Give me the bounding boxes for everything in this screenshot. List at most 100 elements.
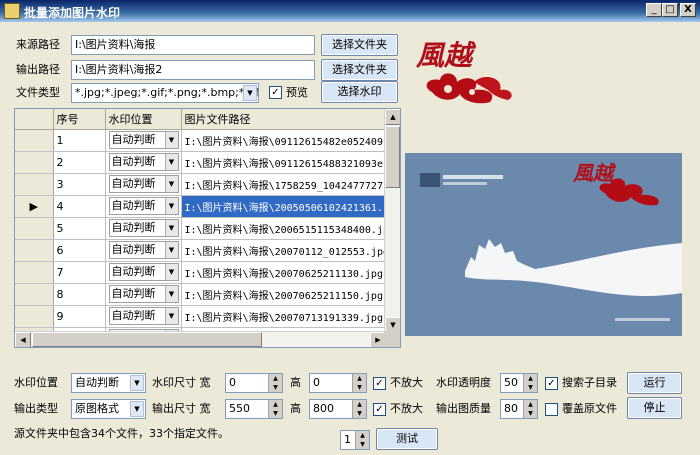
row-path[interactable]: I:\图片资料\海报\09112615482e052409	[181, 129, 387, 152]
row-no[interactable]: 1	[53, 129, 106, 152]
row-path[interactable]: I:\图片资料\海报\20070713191339.jpg	[181, 305, 387, 328]
wm-height-stepper[interactable]: 0 ▲ ▼	[309, 373, 367, 393]
file-type-combo[interactable]: *.jpg;*.jpeg;*.gif;*.png;*.bmp;*.tiff;*.…	[71, 83, 259, 103]
output-type-combo[interactable]: 原图格式 ▼	[71, 399, 146, 419]
chevron-down-icon[interactable]: ▼	[164, 176, 178, 192]
wm-position-combo[interactable]: 自动判断 ▼	[71, 373, 146, 393]
chevron-down-icon[interactable]: ▼	[164, 264, 178, 280]
chevron-down-icon[interactable]: ▼	[164, 132, 178, 148]
file-grid[interactable]: 序号 水印位置 图片文件路径 1 自动判断 ▼ I:\图片资料\海报\09112615…	[14, 108, 401, 348]
row-no[interactable]: 3	[53, 173, 106, 196]
header-no[interactable]: 序号	[53, 109, 106, 130]
table-row[interactable]: 1 自动判断 ▼ I:\图片资料\海报\09112615482e052409	[15, 129, 387, 152]
scroll-up-icon[interactable]: ▲	[385, 109, 400, 125]
overwrite-checkbox[interactable]	[545, 403, 558, 416]
maximize-button[interactable]: □	[662, 3, 678, 17]
spin-arrows-icon[interactable]: ▲ ▼	[523, 400, 537, 418]
opacity-stepper[interactable]: 50 ▲ ▼	[500, 373, 538, 393]
wm-width-stepper[interactable]: 0 ▲ ▼	[225, 373, 283, 393]
row-position-combo[interactable]: 自动判断 ▼	[108, 219, 179, 237]
wm-no-enlarge-checkbox[interactable]: ✓	[373, 377, 386, 390]
output-browse-button[interactable]: 选择文件夹	[321, 59, 398, 81]
row-no[interactable]: 7	[53, 261, 106, 284]
row-indicator[interactable]: ▶	[15, 195, 54, 218]
vertical-scroll-thumb[interactable]	[385, 126, 400, 188]
row-indicator[interactable]	[15, 305, 54, 328]
chevron-down-icon[interactable]: ▼	[164, 242, 178, 258]
row-indicator[interactable]	[15, 239, 54, 262]
row-position-combo[interactable]: 自动判断 ▼	[108, 285, 179, 303]
spin-arrows-icon[interactable]: ▲ ▼	[523, 374, 537, 392]
test-index-stepper[interactable]: 1 ▲ ▼	[340, 430, 370, 450]
row-position[interactable]: 自动判断 ▼	[105, 305, 182, 328]
row-position-combo[interactable]: 自动判断 ▼	[108, 131, 179, 149]
chevron-down-icon[interactable]: ▼	[130, 375, 144, 391]
row-no[interactable]: 2	[53, 151, 106, 174]
chevron-down-icon[interactable]: ▼	[164, 286, 178, 302]
row-position-combo[interactable]: 自动判断 ▼	[108, 175, 179, 193]
row-indicator[interactable]	[15, 261, 54, 284]
row-position-combo[interactable]: 自动判断 ▼	[108, 197, 179, 215]
output-path-input[interactable]: I:\图片资料\海报2	[71, 60, 315, 80]
row-indicator[interactable]	[15, 129, 54, 152]
row-indicator[interactable]	[15, 283, 54, 306]
row-position[interactable]: 自动判断 ▼	[105, 239, 182, 262]
row-path[interactable]: I:\图片资料\海报\09112615488321093e	[181, 151, 387, 174]
row-path[interactable]: I:\图片资料\海报\20070625211150.jpg	[181, 283, 387, 306]
close-button[interactable]: X	[680, 3, 696, 17]
chevron-down-icon[interactable]: ▼	[164, 154, 178, 170]
row-position[interactable]: 自动判断 ▼	[105, 129, 182, 152]
chevron-down-icon[interactable]: ▼	[164, 220, 178, 236]
chevron-down-icon[interactable]: ▼	[130, 401, 144, 417]
output-height-stepper[interactable]: 800 ▲ ▼	[309, 399, 367, 419]
row-path[interactable]: I:\图片资料\海报\20070112_012553.jpg	[181, 239, 387, 262]
row-position[interactable]: 自动判断 ▼	[105, 151, 182, 174]
table-row[interactable]: 9 自动判断 ▼ I:\图片资料\海报\20070713191339.jpg	[15, 305, 387, 328]
horizontal-scroll-thumb[interactable]	[32, 332, 262, 347]
source-path-input[interactable]: I:\图片资料\海报	[71, 35, 315, 55]
row-no[interactable]: 4	[53, 195, 106, 218]
grid-vertical-scrollbar[interactable]: ▲ ▼	[384, 109, 400, 333]
row-indicator[interactable]	[15, 217, 54, 240]
row-position-combo[interactable]: 自动判断 ▼	[108, 307, 179, 325]
search-subdir-checkbox[interactable]: ✓	[545, 377, 558, 390]
quality-stepper[interactable]: 80 ▲ ▼	[500, 399, 538, 419]
row-no[interactable]: 5	[53, 217, 106, 240]
chevron-down-icon[interactable]: ▼	[164, 198, 178, 214]
row-position[interactable]: 自动判断 ▼	[105, 173, 182, 196]
chevron-down-icon[interactable]: ▼	[243, 85, 257, 101]
header-path[interactable]: 图片文件路径	[181, 109, 387, 130]
row-position[interactable]: 自动判断 ▼	[105, 283, 182, 306]
row-position-combo[interactable]: 自动判断 ▼	[108, 241, 179, 259]
table-row[interactable]: 7 自动判断 ▼ I:\图片资料\海报\20070625211130.jpg	[15, 261, 387, 284]
row-position[interactable]: 自动判断 ▼	[105, 261, 182, 284]
output-no-enlarge-checkbox[interactable]: ✓	[373, 403, 386, 416]
table-row[interactable]: 6 自动判断 ▼ I:\图片资料\海报\20070112_012553.jpg	[15, 239, 387, 262]
table-row[interactable]: 2 自动判断 ▼ I:\图片资料\海报\09112615488321093e	[15, 151, 387, 174]
row-no[interactable]: 9	[53, 305, 106, 328]
run-button[interactable]: 运行	[627, 372, 682, 394]
spin-arrows-icon[interactable]: ▲ ▼	[352, 400, 366, 418]
row-indicator[interactable]	[15, 173, 54, 196]
row-no[interactable]: 6	[53, 239, 106, 262]
source-browse-button[interactable]: 选择文件夹	[321, 34, 398, 56]
header-position[interactable]: 水印位置	[105, 109, 182, 130]
row-position-combo[interactable]: 自动判断 ▼	[108, 263, 179, 281]
row-position-combo[interactable]: 自动判断 ▼	[108, 153, 179, 171]
spin-arrows-icon[interactable]: ▲ ▼	[355, 431, 369, 449]
row-path[interactable]: I:\图片资料\海报\20070625211130.jpg	[181, 261, 387, 284]
test-button[interactable]: 测试	[376, 428, 438, 450]
spin-arrows-icon[interactable]: ▲ ▼	[268, 400, 282, 418]
preview-checkbox[interactable]: ✓	[269, 86, 282, 99]
table-row[interactable]: 8 自动判断 ▼ I:\图片资料\海报\20070625211150.jpg	[15, 283, 387, 306]
row-path[interactable]: I:\图片资料\海报\1758259_1042477727	[181, 173, 387, 196]
row-position[interactable]: 自动判断 ▼	[105, 217, 182, 240]
minimize-button[interactable]: _	[646, 3, 662, 17]
spin-arrows-icon[interactable]: ▲ ▼	[352, 374, 366, 392]
row-indicator[interactable]	[15, 151, 54, 174]
row-position[interactable]: 自动判断 ▼	[105, 195, 182, 218]
output-width-stepper[interactable]: 550 ▲ ▼	[225, 399, 283, 419]
table-row[interactable]: 5 自动判断 ▼ I:\图片资料\海报\2006515115348400.jp	[15, 217, 387, 240]
row-no[interactable]: 8	[53, 283, 106, 306]
row-path[interactable]: I:\图片资料\海报\2006515115348400.jp	[181, 217, 387, 240]
